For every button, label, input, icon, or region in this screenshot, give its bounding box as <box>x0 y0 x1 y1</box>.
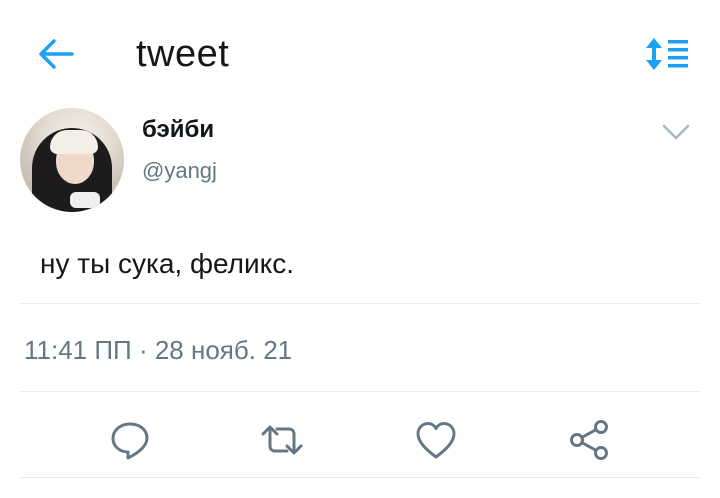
user-handle[interactable]: @yangj <box>142 158 217 184</box>
avatar[interactable] <box>20 108 124 212</box>
tweet-text: ну ты сука, феликс. <box>40 248 294 279</box>
share-icon <box>570 420 608 460</box>
tweet-timestamp: 11:41 ПП · 28 нояб. 21 <box>24 335 293 365</box>
sort-list-icon <box>646 38 688 70</box>
retweet-button[interactable] <box>260 418 304 462</box>
display-name[interactable]: бэйби <box>142 116 214 144</box>
divider <box>20 477 700 478</box>
avatar-hair <box>50 130 98 154</box>
tweet-menu-button[interactable] <box>660 118 692 146</box>
arrow-left-icon <box>39 39 74 69</box>
divider <box>20 391 700 392</box>
reply-icon <box>111 422 149 460</box>
sort-button[interactable] <box>644 36 692 72</box>
like-icon <box>416 422 456 459</box>
like-button[interactable] <box>414 418 458 462</box>
retweet-icon <box>261 425 303 455</box>
top-bar: tweet <box>0 0 720 100</box>
divider <box>20 303 700 304</box>
page-title: tweet <box>136 33 230 75</box>
reply-button[interactable] <box>108 418 152 462</box>
back-button[interactable] <box>36 36 76 72</box>
share-button[interactable] <box>568 418 612 462</box>
avatar-shirt <box>70 192 100 208</box>
chevron-down-icon <box>662 124 690 140</box>
